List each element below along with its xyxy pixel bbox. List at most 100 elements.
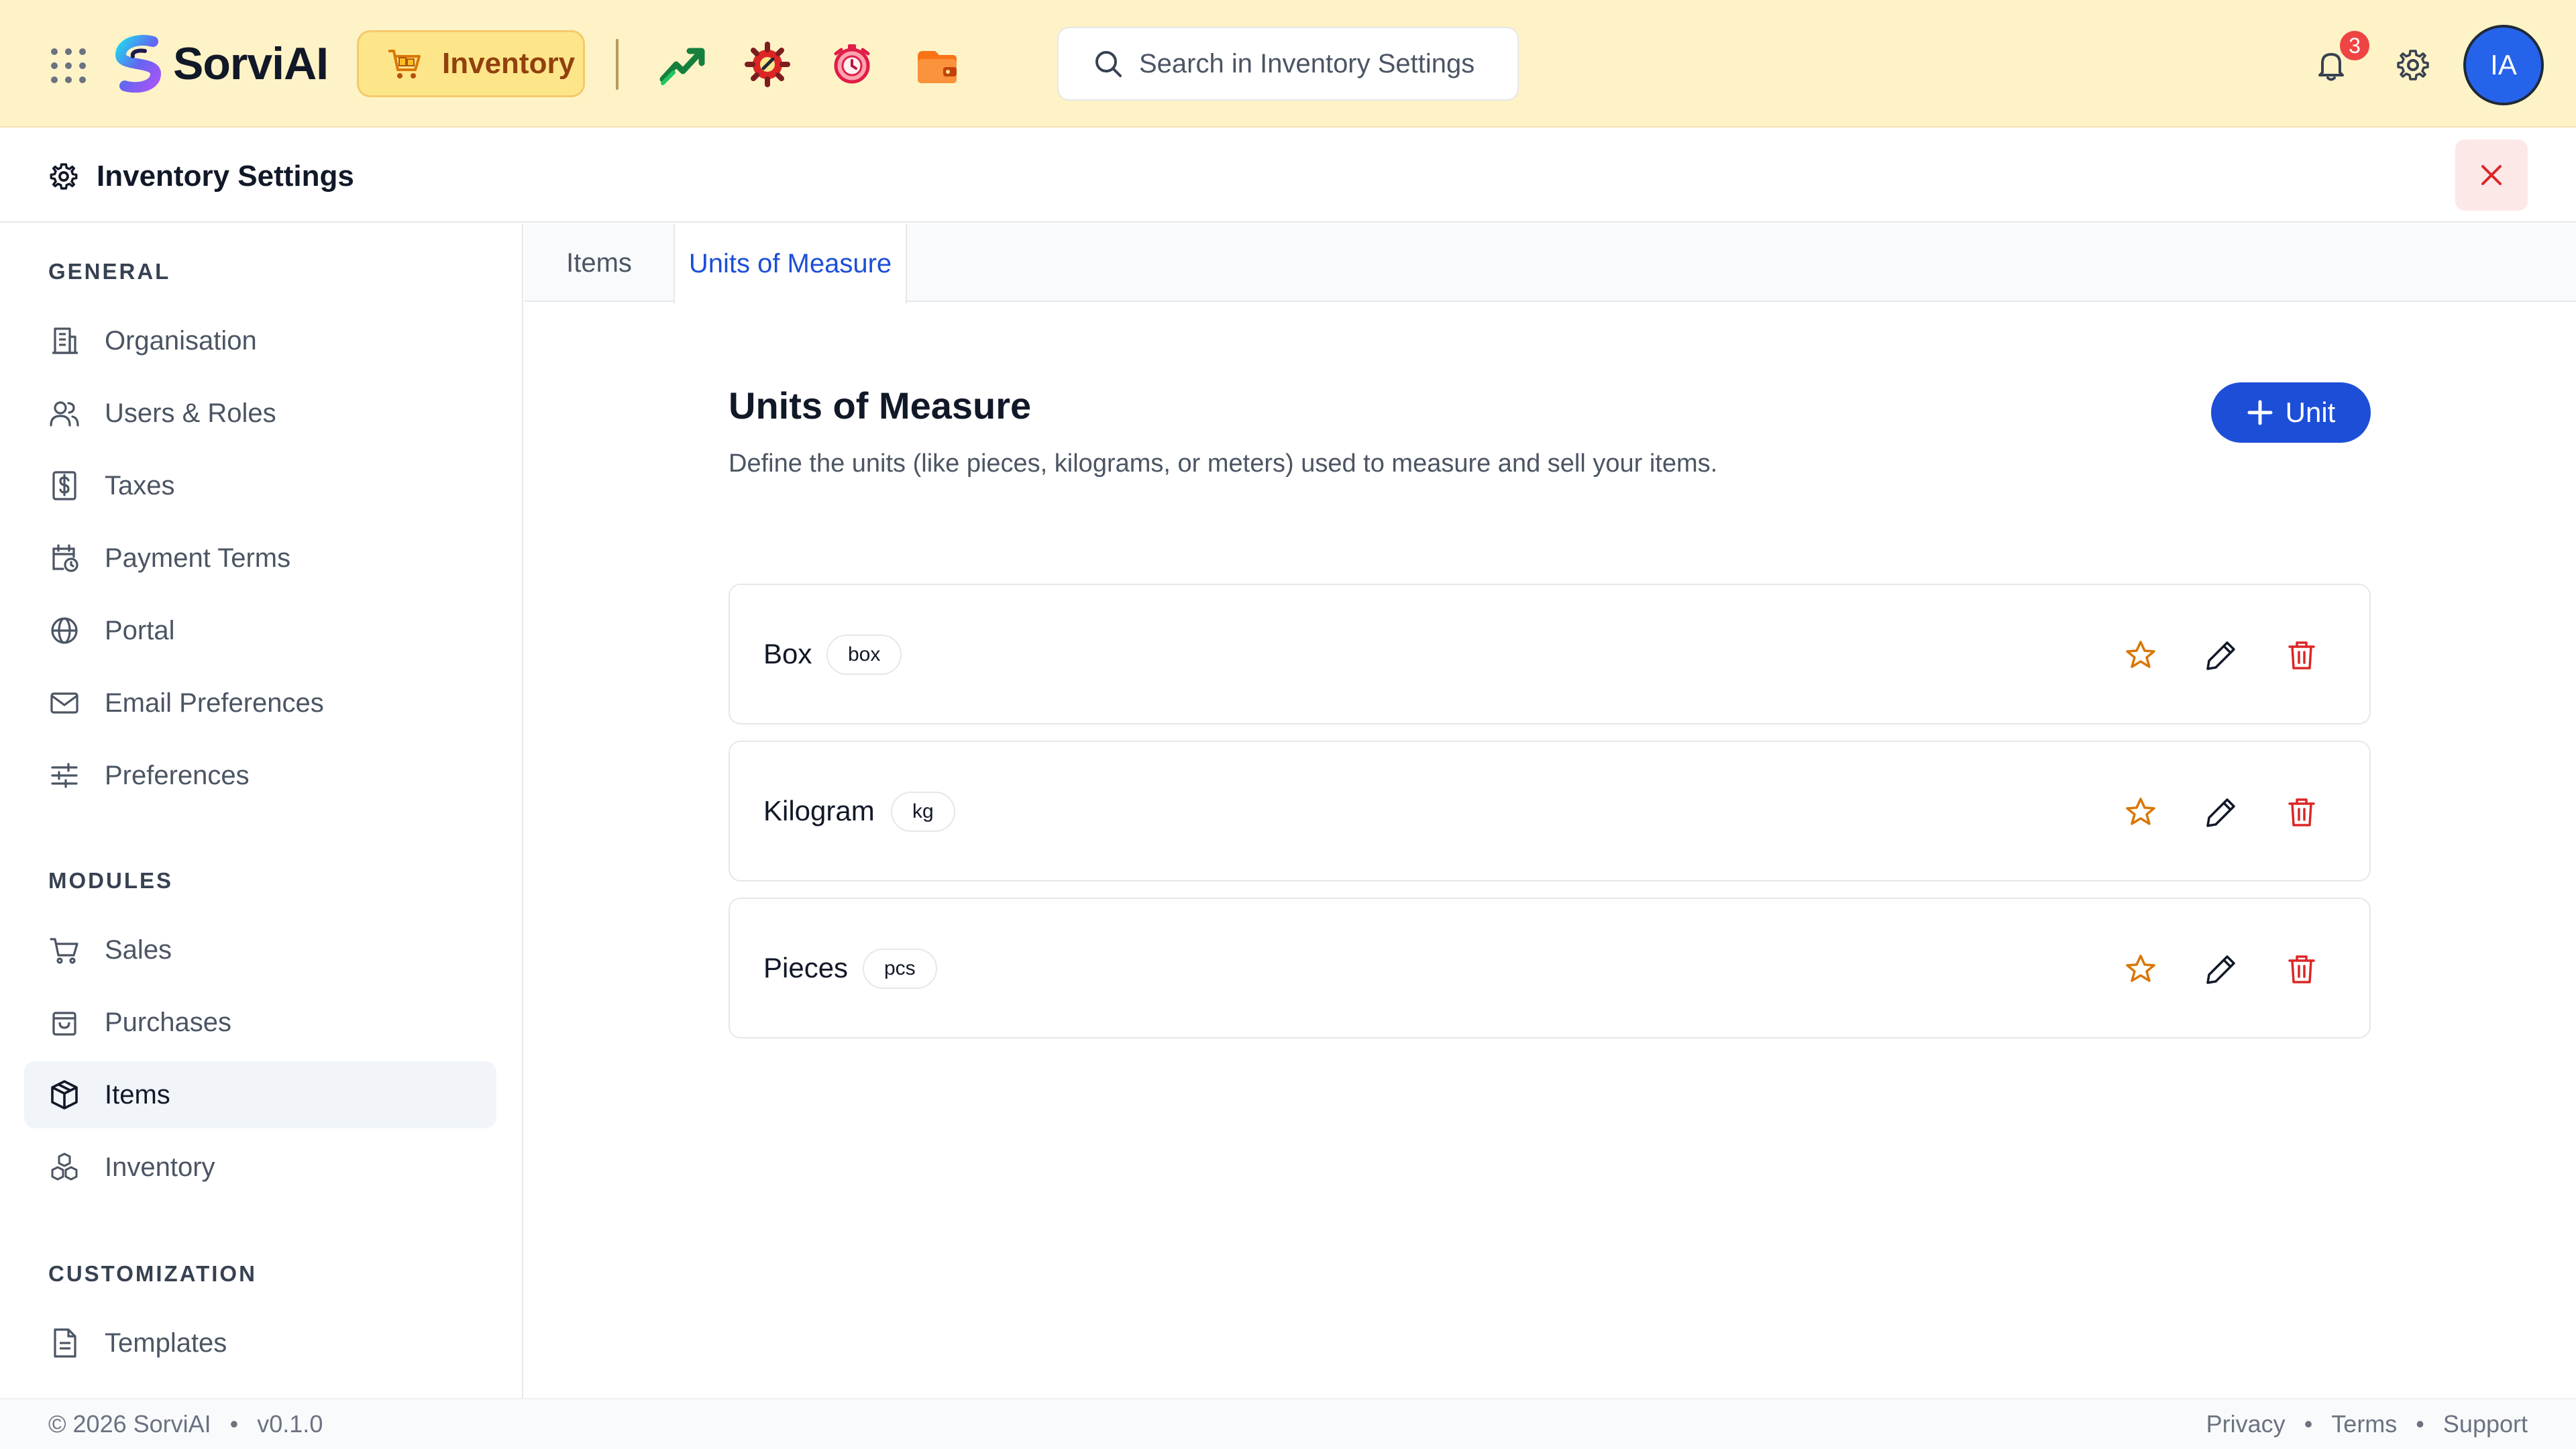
edit-unit-button[interactable] (2200, 949, 2242, 990)
footer-links: Privacy • Terms • Support (2206, 1410, 2528, 1438)
boxes-icon (51, 1152, 78, 1181)
version-text: v0.1.0 (257, 1410, 323, 1438)
unit-name: Kilogram (763, 795, 875, 826)
terms-link[interactable]: Terms (2331, 1410, 2397, 1438)
sidebar-item-inventory[interactable]: Inventory (24, 1134, 496, 1201)
bag-icon (52, 1012, 76, 1036)
unit-row: Pieces pcs (729, 898, 2371, 1038)
cart-icon (50, 938, 78, 964)
settings-gear-icon (50, 163, 78, 190)
sidebar-item-templates[interactable]: Templates (24, 1309, 496, 1377)
delete-unit-button[interactable] (2281, 792, 2322, 833)
search-input[interactable] (1139, 48, 1501, 79)
building-icon (52, 327, 78, 354)
notification-count-badge: 3 (2337, 28, 2372, 63)
sidebar-item-label: Inventory (105, 1152, 215, 1182)
section-label-customization: CUSTOMIZATION (48, 1261, 257, 1286)
tab-items[interactable]: Items (525, 224, 674, 302)
support-link[interactable]: Support (2443, 1410, 2528, 1438)
settings-sidebar: GENERAL Organisation Users & Roles Taxes… (0, 224, 523, 1398)
trash-icon (2288, 955, 2315, 983)
top-bar: SorviAI Inventory Search in Inventory Se… (0, 0, 2576, 127)
settings-tabs: Items Units of Measure (525, 224, 2576, 303)
pencil-icon (2206, 955, 2235, 984)
sidebar-item-label: Email Preferences (105, 688, 324, 718)
section-description: Define the units (like pieces, kilograms… (729, 449, 1718, 478)
set-default-button[interactable] (2120, 635, 2161, 676)
copyright-text: © 2026 SorviAI (48, 1410, 211, 1438)
section-title: Units of Measure (729, 384, 1032, 427)
sidebar-item-label: Templates (105, 1328, 227, 1358)
delete-unit-button[interactable] (2281, 635, 2322, 676)
sidebar-item-label: Portal (105, 615, 175, 645)
analytics-app-icon[interactable] (659, 42, 707, 87)
sidebar-item-label: Taxes (105, 470, 175, 500)
add-unit-label: Unit (2285, 396, 2336, 428)
close-settings-button[interactable] (2455, 140, 2528, 211)
privacy-link[interactable]: Privacy (2206, 1410, 2286, 1438)
unit-row: Box box (729, 584, 2371, 724)
mail-icon (50, 692, 78, 714)
module-switcher-button[interactable]: Inventory (357, 30, 585, 97)
sidebar-item-label: Preferences (105, 760, 250, 790)
delete-unit-button[interactable] (2281, 949, 2322, 990)
sidebar-item-label: Users & Roles (105, 398, 276, 428)
sidebar-item-taxes[interactable]: Taxes (24, 452, 496, 519)
pencil-icon (2206, 798, 2235, 827)
sidebar-item-label: Items (105, 1079, 170, 1110)
sidebar-item-payment-terms[interactable]: Payment Terms (24, 525, 496, 592)
add-unit-button[interactable]: Unit (2211, 382, 2371, 443)
sidebar-item-label: Organisation (105, 325, 257, 356)
unit-row: Kilogram kg (729, 741, 2371, 881)
page-title: Inventory Settings (97, 160, 354, 193)
sidebar-item-email-preferences[interactable]: Email Preferences (24, 669, 496, 737)
sidebar-item-label: Sales (105, 934, 172, 965)
sliders-icon (51, 763, 78, 788)
inventory-cart-icon (388, 50, 421, 78)
sidebar-item-sales[interactable]: Sales (24, 916, 496, 983)
divider (616, 39, 619, 90)
brand-name: SorviAI (173, 38, 329, 89)
unit-abbreviation-badge: kg (891, 792, 955, 832)
sidebar-item-preferences[interactable]: Preferences (24, 742, 496, 809)
brand-logo-icon (115, 35, 162, 93)
footer-left: © 2026 SorviAI • v0.1.0 (48, 1410, 323, 1438)
section-label-modules: MODULES (48, 868, 173, 893)
app-grid-icon[interactable] (51, 48, 86, 83)
gear-icon[interactable] (2395, 47, 2431, 83)
service-app-icon[interactable] (743, 42, 792, 87)
box-icon (51, 1080, 78, 1110)
search-bar[interactable] (1057, 27, 1519, 101)
edit-unit-button[interactable] (2200, 635, 2242, 676)
sidebar-item-label: Payment Terms (105, 543, 291, 573)
settings-header: Inventory Settings (0, 129, 2576, 223)
star-icon (2126, 641, 2155, 668)
plus-icon (2247, 400, 2273, 425)
set-default-button[interactable] (2120, 792, 2161, 833)
tab-units-of-measure[interactable]: Units of Measure (674, 224, 907, 303)
document-icon (54, 1328, 76, 1358)
star-icon (2126, 798, 2155, 825)
unit-name: Box (763, 638, 812, 669)
trash-icon (2288, 798, 2315, 826)
unit-abbreviation-badge: box (826, 635, 902, 675)
sidebar-item-items[interactable]: Items (24, 1061, 496, 1128)
time-app-icon[interactable] (828, 42, 876, 87)
sidebar-item-users-roles[interactable]: Users & Roles (24, 380, 496, 447)
footer: © 2026 SorviAI • v0.1.0 Privacy • Terms • Supp… (0, 1398, 2576, 1449)
sidebar-item-purchases[interactable]: Purchases (24, 989, 496, 1056)
section-label-general: GENERAL (48, 259, 171, 284)
edit-unit-button[interactable] (2200, 792, 2242, 833)
sidebar-item-portal[interactable]: Portal (24, 597, 496, 664)
set-default-button[interactable] (2120, 949, 2161, 990)
unit-abbreviation-badge: pcs (863, 949, 937, 989)
user-avatar[interactable]: IA (2463, 25, 2544, 105)
unit-name: Pieces (763, 952, 849, 983)
dollar-receipt-icon (52, 471, 76, 500)
sidebar-item-organisation[interactable]: Organisation (24, 307, 496, 374)
star-icon (2126, 955, 2155, 982)
pencil-icon (2206, 641, 2235, 670)
search-icon (1095, 51, 1122, 77)
calendar-clock-icon (52, 544, 78, 572)
wallet-app-icon[interactable] (912, 42, 961, 87)
